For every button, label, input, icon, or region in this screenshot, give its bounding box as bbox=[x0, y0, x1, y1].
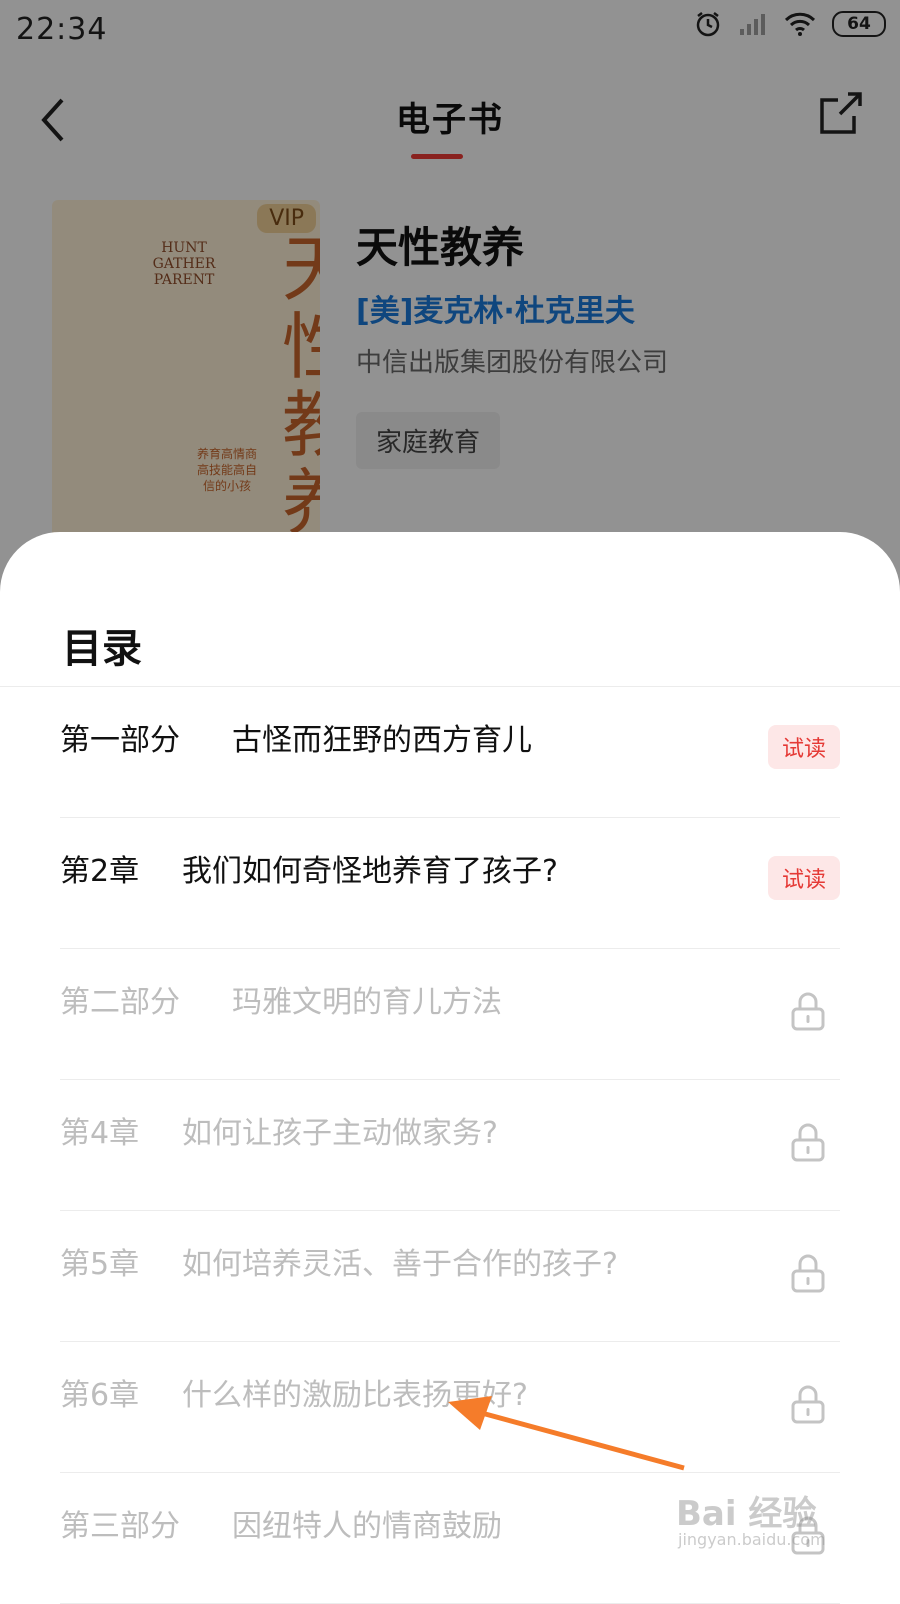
toc-item-number: 第2章 bbox=[60, 854, 140, 889]
toc-item-title: 如何让孩子主动做家务? bbox=[182, 1116, 498, 1151]
toc-item-number: 第三部分 bbox=[60, 1509, 180, 1544]
lock-icon bbox=[791, 992, 825, 1031]
toc-title: 目录 bbox=[62, 626, 142, 672]
watermark: Bai 经验 jingyan.baidu.com bbox=[676, 1480, 886, 1560]
toc-item-title: 如何培养灵活、善于合作的孩子? bbox=[182, 1247, 618, 1282]
watermark-url: jingyan.baidu.com bbox=[678, 1530, 826, 1549]
toc-item[interactable]: 第4章 如何让孩子主动做家务? bbox=[60, 1080, 840, 1211]
toc-item-number: 第二部分 bbox=[60, 985, 180, 1020]
watermark-logo: Bai 经验 bbox=[676, 1494, 817, 1534]
lock-icon bbox=[791, 1123, 825, 1162]
toc-item-number: 第4章 bbox=[60, 1116, 140, 1151]
toc-item[interactable]: 第二部分 玛雅文明的育儿方法 bbox=[60, 949, 840, 1080]
toc-item-number: 第6章 bbox=[60, 1378, 140, 1413]
toc-item-number: 第5章 bbox=[60, 1247, 140, 1282]
toc-item[interactable]: 第5章 如何培养灵活、善于合作的孩子? bbox=[60, 1211, 840, 1342]
toc-item-title: 我们如何奇怪地养育了孩子? bbox=[182, 854, 558, 889]
lock-icon bbox=[791, 1385, 825, 1424]
toc-item[interactable]: 第一部分 古怪而狂野的西方育儿 试读 bbox=[60, 687, 840, 818]
annotation-arrow-icon bbox=[448, 1396, 685, 1471]
trial-badge[interactable]: 试读 bbox=[767, 725, 840, 769]
lock-icon bbox=[791, 1254, 825, 1293]
toc-item-title: 玛雅文明的育儿方法 bbox=[232, 985, 502, 1020]
toc-item-title: 因纽特人的情商鼓励 bbox=[232, 1509, 502, 1544]
toc-item[interactable]: 第2章 我们如何奇怪地养育了孩子? 试读 bbox=[60, 818, 840, 949]
toc-item-number: 第一部分 bbox=[60, 723, 180, 758]
trial-badge[interactable]: 试读 bbox=[767, 856, 840, 900]
toc-item-title: 古怪而狂野的西方育儿 bbox=[232, 723, 532, 758]
